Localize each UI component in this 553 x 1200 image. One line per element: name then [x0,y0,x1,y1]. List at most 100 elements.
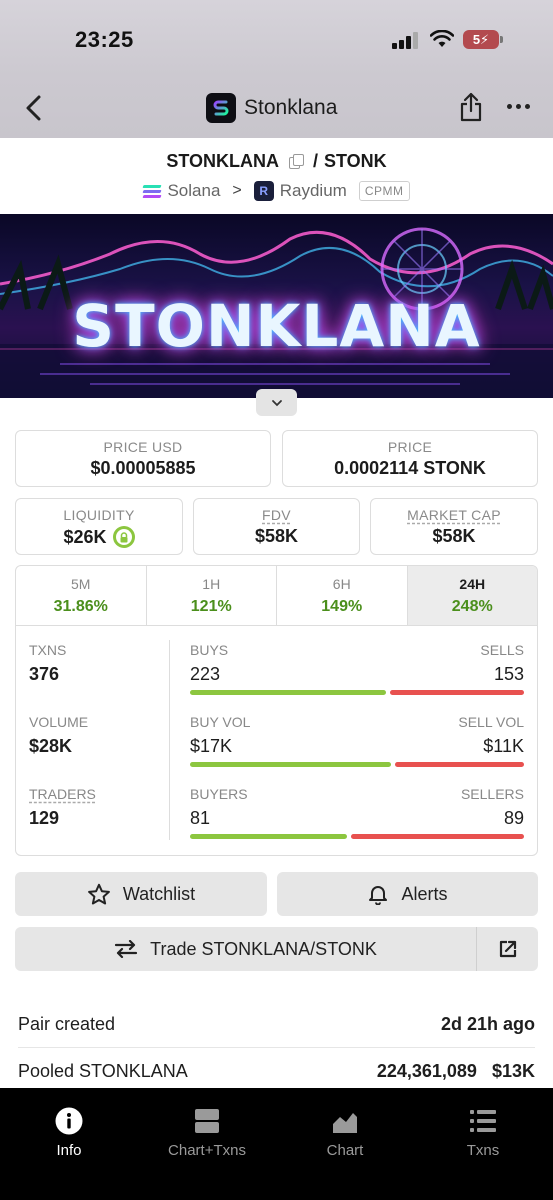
period-label: 6H [332,576,351,592]
buyers-value: 81 [190,808,211,828]
tab-1h[interactable]: 1H 121% [147,566,277,625]
pooled-label: Pooled STONKLANA [18,1060,188,1081]
bell-icon [369,886,388,905]
share-icon[interactable] [459,92,483,122]
wifi-icon [430,30,454,47]
copy-icon[interactable] [288,154,304,169]
battery-nub [500,36,503,43]
watchlist-button[interactable]: Watchlist [15,872,267,916]
back-arrow-icon[interactable] [22,94,46,122]
pair-created-value: 2d 21h ago [440,1013,535,1034]
tab-24h[interactable]: 24H 248% [407,566,537,625]
dex-name[interactable]: Raydium [280,181,347,201]
fdv-label[interactable]: FDV [194,507,359,523]
period-change: 121% [190,598,232,615]
tab-5m[interactable]: 5M 31.86% [16,566,147,625]
trading-stats-panel: 5M 31.86% 1H 121% 6H 149% 24H 248% TXNS … [15,565,538,856]
period-change: 31.86% [53,598,108,615]
traders-label[interactable]: TRADERS [29,786,96,802]
app-title: Stonklana [206,92,337,124]
trade-label: Trade STONKLANA/STONK [150,938,377,959]
buy-bar [190,762,391,767]
chart-txns-icon [195,1109,219,1133]
watchlist-label: Watchlist [122,883,196,904]
pair-created-row: Pair created 2d 21h ago [18,1001,535,1047]
fdv-value: $58K [254,526,299,546]
alerts-button[interactable]: Alerts [277,872,538,916]
pooled-values: 224,361,089 $13K [377,1061,535,1082]
period-change: 149% [321,598,363,615]
price-usd-label: PRICE USD [103,439,183,455]
pool-type-badge: CPMM [358,181,410,201]
pooled-amount: 224,361,089 [376,1060,477,1081]
more-options-icon[interactable] [507,104,530,109]
status-bar: 23:25 5⚡ [0,27,553,57]
list-icon [470,1110,496,1132]
open-external-button[interactable] [476,927,538,971]
liquidity-card: LIQUIDITY $26K [15,498,183,555]
txns-row: TXNS 376 BUYS SELLS 223 153 [16,642,537,702]
fdv-card[interactable]: FDV $58K [193,498,360,555]
chevron-down-icon [271,399,282,406]
pair-created-label: Pair created [18,1013,116,1034]
collapse-banner-button[interactable] [256,389,297,416]
battery-level: 5 [472,32,481,47]
sell-vol-label: SELL VOL [458,714,524,730]
liquidity-label: LIQUIDITY [63,507,135,523]
tab-chart[interactable]: Chart [280,1107,410,1159]
price-usd-card: PRICE USD $0.00005885 [15,430,271,487]
tab-info[interactable]: Info [4,1107,134,1159]
sellers-label: SELLERS [460,786,524,802]
sells-value: 153 [493,664,524,684]
bottom-tab-bar: Info Chart+Txns Chart Txns [0,1088,553,1200]
tab-6h[interactable]: 6H 149% [277,566,408,625]
sell-bar [394,762,524,767]
raydium-icon: R [253,181,274,201]
pair-title: STONKLANA / STONK [0,148,553,174]
chain-name[interactable]: Solana [167,181,220,201]
solana-icon [142,184,163,198]
stats-grid: TXNS 376 BUYS SELLS 223 153 VOLUME $28K BU… [16,626,537,855]
sellers-value: 89 [503,808,524,828]
tab-txns[interactable]: Txns [418,1107,548,1159]
cellular-signal-icon [392,32,420,49]
period-tabs: 5M 31.86% 1H 121% 6H 149% 24H 248% [16,566,537,626]
period-label: 1H [202,576,221,592]
sells-label: SELLS [480,642,524,658]
swap-arrows-icon [115,940,138,958]
tab-chart-txns[interactable]: Chart+Txns [142,1107,272,1159]
volume-ratio-bar [190,762,524,767]
app-logo-icon [206,93,236,123]
traders-row: TRADERS 129 BUYERS SELLERS 81 89 [16,786,537,846]
price-native-label: PRICE [387,439,433,455]
info-icon [55,1107,83,1135]
star-icon [87,883,110,904]
period-change: 248% [451,598,493,615]
nav-bar: Stonklana [0,88,553,130]
sell-bar [350,834,524,839]
buy-vol-label: BUY VOL [190,714,251,730]
buyers-label: BUYERS [190,786,248,802]
area-chart-icon [333,1113,357,1133]
status-time: 23:25 [75,27,134,52]
tab-chart-txns-label: Chart+Txns [168,1142,246,1159]
period-label: 24H [459,576,486,592]
trade-button[interactable]: Trade STONKLANA/STONK [15,927,476,971]
traders-ratio-bar [190,834,524,839]
liquidity-value: $26K [63,526,107,547]
market-cap-card[interactable]: MARKET CAP $58K [370,498,538,555]
alerts-label: Alerts [401,883,448,904]
txns-label: TXNS [29,642,67,658]
lock-icon[interactable] [112,526,135,548]
buy-vol-value: $17K [190,736,233,756]
period-label: 5M [71,576,91,592]
volume-label: VOLUME [29,714,89,730]
buys-value: 223 [190,664,221,684]
base-token: STONKLANA [166,150,279,171]
price-native-card: PRICE 0.0002114 STONK [282,430,538,487]
txns-ratio-bar [190,690,524,695]
market-cap-label[interactable]: MARKET CAP [371,507,537,523]
sell-bar [390,690,524,695]
battery-icon: 5⚡ [463,30,499,49]
buys-label: BUYS [190,642,229,658]
